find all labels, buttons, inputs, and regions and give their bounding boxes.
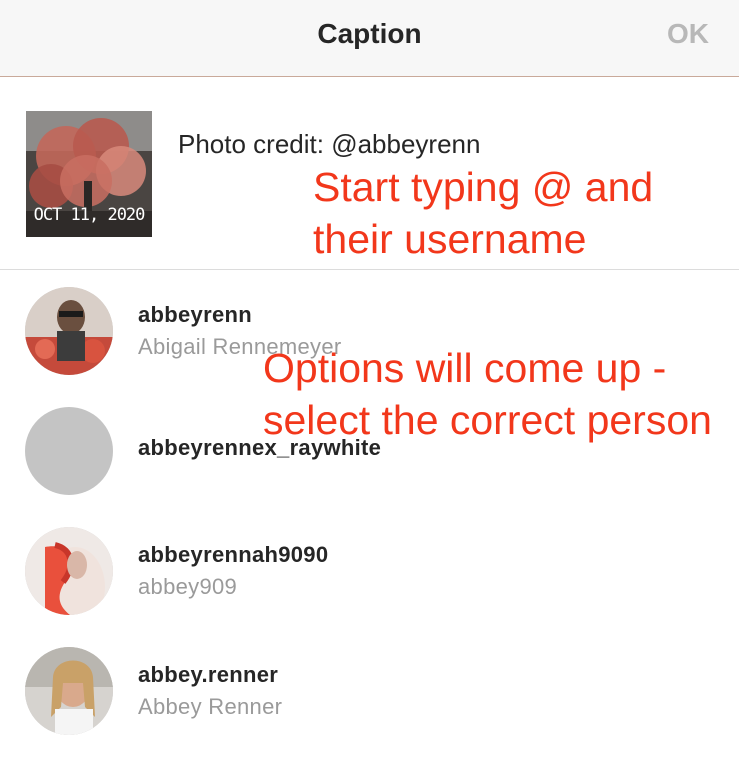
avatar <box>25 527 113 615</box>
avatar-placeholder <box>25 407 113 495</box>
mention-suggestion-row[interactable]: abbey.renner Abbey Renner <box>0 629 739 749</box>
instruction-annotation: Options will come up - select the correc… <box>263 345 712 443</box>
suggestion-username: abbeyrennah9090 <box>138 542 329 567</box>
suggestion-username: abbeyrenn <box>138 302 252 327</box>
avatar <box>25 287 113 375</box>
avatar <box>25 647 113 735</box>
post-thumbnail: OCT 11, 2020 <box>26 111 152 237</box>
instruction-annotation: Start typing @ and their username <box>313 164 654 262</box>
page-title: Caption <box>317 18 422 49</box>
mention-suggestion-row[interactable]: abbeyrennah9090 abbey909 <box>0 509 739 629</box>
ok-button[interactable]: OK <box>667 18 709 50</box>
suggestion-full-name: abbey909 <box>138 574 238 599</box>
suggestion-username: abbey.renner <box>138 662 279 687</box>
suggestion-full-name: Abbey Renner <box>138 694 283 719</box>
navigation-header: Caption OK <box>0 0 739 77</box>
caption-input[interactable]: Photo credit: @abbeyrenn <box>178 129 480 160</box>
thumbnail-date: OCT 11, 2020 <box>33 205 146 225</box>
